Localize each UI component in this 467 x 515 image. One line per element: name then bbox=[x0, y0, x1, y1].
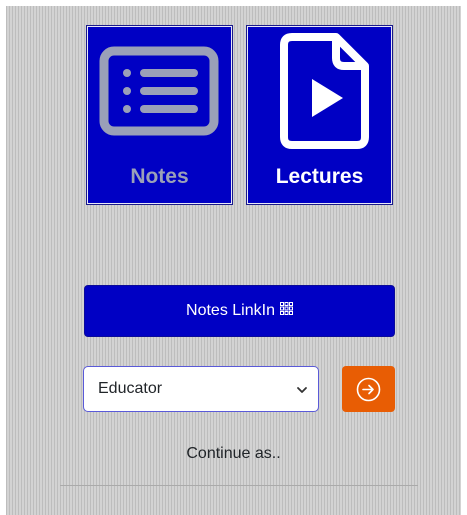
arrow-right-circle-icon bbox=[356, 377, 381, 402]
lectures-tile[interactable]: Lectures bbox=[247, 26, 392, 204]
notes-label: Notes bbox=[130, 165, 189, 188]
notes-linkin-label: Notes LinkIn bbox=[186, 302, 275, 319]
lectures-label: Lectures bbox=[275, 165, 364, 188]
divider bbox=[60, 485, 418, 486]
continue-as-text: Continue as.. bbox=[186, 445, 281, 462]
role-select-value: Educator bbox=[98, 380, 163, 397]
grid-icon bbox=[279, 302, 293, 320]
notes-tile[interactable]: Notes bbox=[87, 26, 232, 204]
chevron-down-icon bbox=[297, 387, 307, 393]
role-select[interactable]: Educator bbox=[83, 366, 319, 412]
notes-linkin-button[interactable]: Notes LinkIn bbox=[84, 285, 395, 337]
continue-go-button[interactable] bbox=[342, 366, 395, 412]
